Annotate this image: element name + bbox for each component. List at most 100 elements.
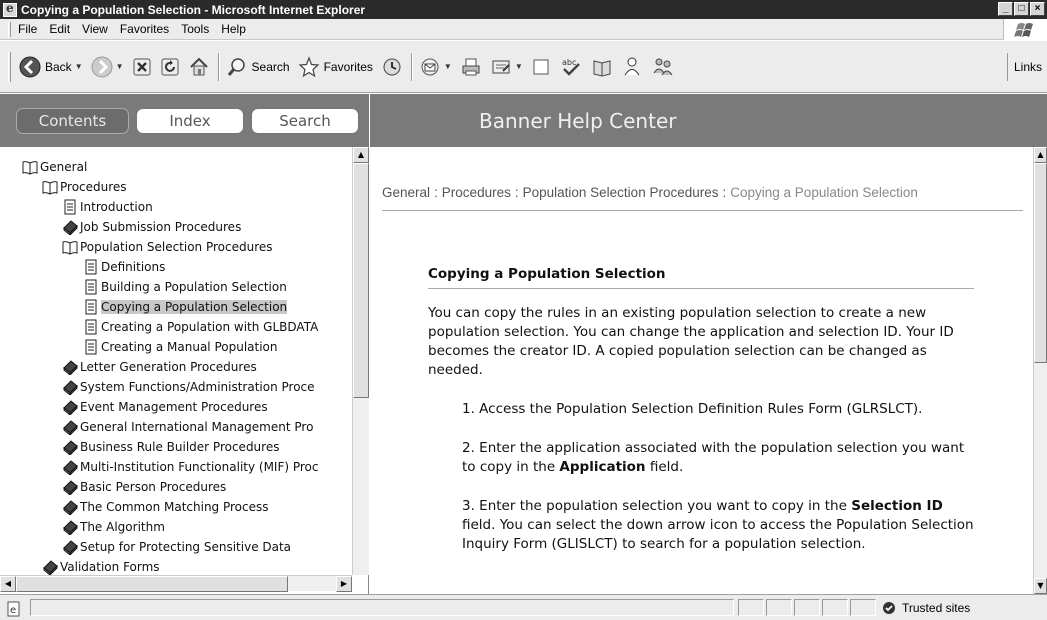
scroll-thumb[interactable] <box>1034 163 1047 363</box>
breadcrumb-separator: : <box>514 185 519 200</box>
tree-item[interactable]: Event Management Procedures <box>0 397 352 417</box>
article-heading: Copying a Population Selection <box>428 265 974 289</box>
menu-favorites[interactable]: Favorites <box>120 22 169 36</box>
tab-index[interactable]: Index <box>136 107 244 134</box>
print-button[interactable] <box>460 56 482 78</box>
contacts-people-icon <box>653 58 673 75</box>
toolbar-grip[interactable] <box>8 51 11 82</box>
history-button[interactable] <box>381 56 403 78</box>
search-button[interactable]: Search <box>226 56 290 78</box>
menubar-grip[interactable] <box>8 21 11 37</box>
scroll-thumb[interactable] <box>16 576 288 592</box>
messenger-button[interactable] <box>621 56 643 78</box>
research-button[interactable] <box>591 56 613 78</box>
minimize-button[interactable]: _ <box>998 2 1013 16</box>
mail-button[interactable]: ▼ <box>419 56 452 78</box>
forward-button[interactable]: ▼ <box>91 56 124 78</box>
tree-item-label: Validation Forms <box>60 560 160 574</box>
tree-item[interactable]: Creating a Population with GLBDATA <box>0 317 352 337</box>
links-toolbar[interactable]: Links <box>1007 53 1047 81</box>
window-title: Copying a Population Selection - Microso… <box>21 2 366 17</box>
print-icon <box>462 58 480 75</box>
svg-text:e: e <box>10 605 16 616</box>
back-button[interactable]: Back ▼ <box>19 56 83 78</box>
contacts-button[interactable] <box>651 56 675 78</box>
menu-edit[interactable]: Edit <box>49 22 70 36</box>
tree-item-label: Job Submission Procedures <box>80 220 242 234</box>
tab-search[interactable]: Search <box>251 107 359 134</box>
closed-book-icon <box>62 499 78 517</box>
tree-item[interactable]: General International Management Pro <box>0 417 352 437</box>
closed-book-icon <box>62 379 78 397</box>
tree-item[interactable]: The Algorithm <box>0 517 352 537</box>
edit-dropdown-icon[interactable]: ▼ <box>515 62 523 71</box>
maximize-button[interactable]: □ <box>1014 2 1029 16</box>
page-title: Banner Help Center <box>479 108 677 133</box>
scroll-down-arrow-icon[interactable]: ▼ <box>1034 578 1047 594</box>
favorites-button[interactable]: Favorites <box>298 55 373 78</box>
tree-item-label: The Common Matching Process <box>80 500 269 514</box>
tree-horizontal-scrollbar[interactable]: ◀ ▶ <box>0 575 352 592</box>
window-title-bar[interactable]: Copying a Population Selection - Microso… <box>0 0 1047 19</box>
forward-dropdown-icon[interactable]: ▼ <box>116 62 124 71</box>
page-icon <box>83 299 99 315</box>
tree-item[interactable]: System Functions/Administration Proce <box>0 377 352 397</box>
breadcrumb-link-procedures[interactable]: Procedures <box>442 185 511 200</box>
tree-item[interactable]: Procedures <box>0 177 352 197</box>
home-button[interactable] <box>188 56 210 78</box>
status-cell <box>766 599 792 616</box>
security-zone[interactable]: Trusted sites <box>882 599 970 616</box>
tree-item[interactable]: Copying a Population Selection <box>0 297 352 317</box>
scroll-up-arrow-icon[interactable]: ▲ <box>1034 147 1047 163</box>
tree-item[interactable]: Job Submission Procedures <box>0 217 352 237</box>
mail-dropdown-icon[interactable]: ▼ <box>444 62 452 71</box>
windows-logo-icon <box>1003 19 1047 40</box>
breadcrumb-link-general[interactable]: General <box>382 185 430 200</box>
ie-app-icon <box>3 1 17 17</box>
status-text-cell <box>30 599 734 616</box>
links-label: Links <box>1014 60 1043 74</box>
discuss-button[interactable] <box>531 57 551 77</box>
tree-item[interactable]: Definitions <box>0 257 352 277</box>
tree-item[interactable]: Letter Generation Procedures <box>0 357 352 377</box>
menu-view[interactable]: View <box>82 22 108 36</box>
security-zone-label: Trusted sites <box>902 600 971 615</box>
scroll-right-arrow-icon[interactable]: ▶ <box>336 576 352 592</box>
page-icon <box>62 199 78 215</box>
menu-tools[interactable]: Tools <box>181 22 209 36</box>
tree-item[interactable]: Basic Person Procedures <box>0 477 352 497</box>
refresh-button[interactable] <box>160 57 180 77</box>
edit-button[interactable]: ▼ <box>490 56 523 78</box>
stop-button[interactable] <box>132 57 152 77</box>
step-3-text: 3. Enter the population selection you wa… <box>462 498 852 514</box>
scroll-up-arrow-icon[interactable]: ▲ <box>353 147 369 163</box>
closed-book-icon <box>62 399 78 417</box>
tree-item[interactable]: Multi-Institution Functionality (MIF) Pr… <box>0 457 352 477</box>
breadcrumb-link-population-selection-procedures[interactable]: Population Selection Procedures <box>523 185 719 200</box>
scroll-left-arrow-icon[interactable]: ◀ <box>0 576 16 592</box>
tree-item[interactable]: Creating a Manual Population <box>0 337 352 357</box>
tree-item[interactable]: General <box>0 157 352 177</box>
tree-item[interactable]: Population Selection Procedures <box>0 237 352 257</box>
scroll-thumb[interactable] <box>353 163 369 398</box>
tree-item[interactable]: The Common Matching Process <box>0 497 352 517</box>
back-dropdown-icon[interactable]: ▼ <box>75 62 83 71</box>
tree-vertical-scrollbar[interactable]: ▲ <box>352 147 369 575</box>
menu-help[interactable]: Help <box>221 22 246 36</box>
tab-contents[interactable]: Contents <box>16 107 129 134</box>
spelling-button[interactable]: abc <box>559 56 583 78</box>
help-center-header: Banner Help Center <box>370 94 1047 147</box>
tree-item[interactable]: Setup for Protecting Sensitive Data <box>0 537 352 557</box>
tree-item[interactable]: Introduction <box>0 197 352 217</box>
back-arrow-icon <box>19 56 41 77</box>
tree-item[interactable]: Building a Population Selection <box>0 277 352 297</box>
tree-item-label: Population Selection Procedures <box>80 240 273 254</box>
close-button[interactable]: × <box>1030 2 1045 16</box>
breadcrumb: General: Procedures: Population Selection … <box>382 185 1023 211</box>
menu-file[interactable]: File <box>18 22 37 36</box>
history-icon <box>383 58 401 75</box>
tree-item[interactable]: Business Rule Builder Procedures <box>0 437 352 457</box>
tree-item[interactable]: Validation Forms <box>0 557 352 575</box>
step-1: 1. Access the Population Selection Defin… <box>462 401 923 417</box>
content-vertical-scrollbar[interactable]: ▲ ▼ <box>1033 147 1047 594</box>
